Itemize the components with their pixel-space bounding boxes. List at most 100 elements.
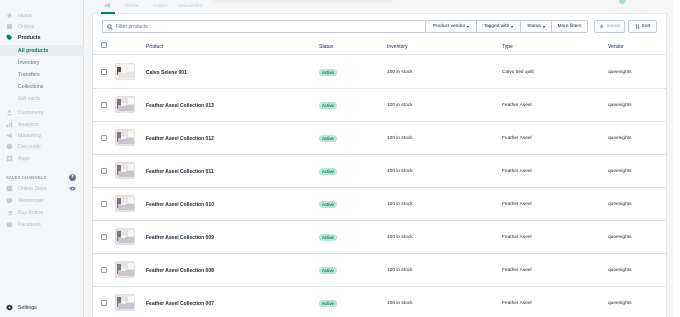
- tagged-with-button[interactable]: Tagged with: [476, 20, 521, 33]
- sidebar-item-label: Online Store: [18, 185, 47, 192]
- sidebar-item-buy-button[interactable]: Buy Button: [0, 207, 84, 218]
- sidebar-item-products[interactable]: Products: [0, 32, 84, 43]
- product-vendor-button[interactable]: Product vendor: [425, 20, 477, 33]
- sidebar-item-inventory[interactable]: Inventory: [0, 57, 84, 68]
- star-icon: [599, 24, 604, 29]
- table-row[interactable]: Calvo Selene 001 Active 100 in stock Cal…: [93, 56, 666, 89]
- column-header-status[interactable]: Status: [319, 44, 333, 50]
- type-value: Feather Aseel: [502, 169, 532, 174]
- type-value: Calvo bed quilt: [502, 70, 534, 75]
- sidebar-item-discounts[interactable]: Discounts: [0, 141, 84, 152]
- row-checkbox[interactable]: [101, 102, 107, 108]
- product-name[interactable]: Feather Aseel Collection 012: [146, 136, 214, 142]
- row-checkbox[interactable]: [101, 168, 107, 174]
- sidebar-item-gift-cards[interactable]: Gift cards: [0, 93, 84, 104]
- table-row[interactable]: Feather Aseel Collection 013 Active 100 …: [93, 89, 666, 122]
- product-name[interactable]: Feather Aseel Collection 013: [146, 103, 214, 109]
- product-thumbnail[interactable]: [115, 228, 135, 245]
- type-value: Feather Aseel: [502, 301, 532, 306]
- chevron-down-icon: [467, 25, 470, 28]
- product-name[interactable]: Feather Aseel Collection 010: [146, 202, 214, 208]
- analytics-icon: [6, 121, 13, 128]
- column-header-vendor[interactable]: Vendor: [608, 44, 624, 50]
- sidebar-item-label: Collections: [18, 83, 44, 90]
- product-name[interactable]: Calvo Selene 001: [146, 70, 187, 76]
- inventory-value: 100 in stock: [387, 70, 413, 75]
- sidebar-item-customers[interactable]: Customers: [0, 107, 84, 118]
- status-badge: Active: [319, 168, 337, 175]
- product-thumbnail[interactable]: [115, 294, 135, 311]
- sidebar-item-settings[interactable]: Settings: [0, 302, 84, 313]
- sidebar-item-marketing[interactable]: Marketing: [0, 130, 84, 141]
- row-checkbox[interactable]: [101, 267, 107, 273]
- more-filters-button[interactable]: More filters: [551, 20, 588, 33]
- select-all-checkbox[interactable]: [101, 42, 107, 48]
- sidebar-item-apps[interactable]: Apps: [0, 153, 84, 164]
- column-header-product[interactable]: Product: [146, 44, 163, 50]
- search-input[interactable]: [116, 23, 416, 30]
- tab-all[interactable]: All: [105, 3, 110, 8]
- inventory-value: 100 in stock: [387, 136, 413, 141]
- view-store-icon[interactable]: [69, 186, 76, 191]
- main-content: All Visible Hidden Unavailable Product v…: [93, 0, 666, 317]
- inventory-value: 100 in stock: [387, 103, 413, 108]
- product-name[interactable]: Feather Aseel Collection 011: [146, 169, 214, 175]
- status-badge: Active: [319, 267, 337, 274]
- sidebar-item-transfers[interactable]: Transfers: [0, 69, 84, 80]
- sidebar-item-orders[interactable]: Orders: [0, 21, 84, 32]
- sidebar-item-messenger[interactable]: Messenger: [0, 195, 84, 206]
- column-header-inventory[interactable]: Inventory: [387, 44, 408, 50]
- table-row[interactable]: Feather Aseel Collection 010 Active 100 …: [93, 188, 666, 221]
- row-checkbox[interactable]: [101, 69, 107, 75]
- tab-unavailable[interactable]: Unavailable: [178, 3, 202, 8]
- sidebar-item-label: All products: [18, 47, 49, 54]
- sidebar-item-analytics[interactable]: Analytics: [0, 119, 84, 130]
- status-filter-button[interactable]: Status: [520, 20, 552, 33]
- row-checkbox[interactable]: [101, 234, 107, 240]
- sort-button[interactable]: Sort: [628, 20, 657, 33]
- product-name[interactable]: Feather Aseel Collection 007: [146, 301, 214, 307]
- sidebar-item-collections[interactable]: Collections: [0, 81, 84, 92]
- sidebar-item-home[interactable]: Home: [0, 10, 84, 21]
- product-name[interactable]: Feather Aseel Collection 009: [146, 235, 214, 241]
- sidebar-item-label: Buy Button: [18, 209, 44, 216]
- table-row[interactable]: Feather Aseel Collection 008 Active 100 …: [93, 254, 666, 287]
- right-gutter: [673, 0, 680, 317]
- product-thumbnail[interactable]: [115, 129, 135, 146]
- status-badge: Active: [319, 69, 337, 76]
- status-badge: Active: [319, 201, 337, 208]
- table-row[interactable]: Feather Aseel Collection 012 Active 100 …: [93, 122, 666, 155]
- search-box[interactable]: [102, 20, 426, 33]
- vendor-value: queenights: [608, 103, 632, 108]
- tab-hidden[interactable]: Hidden: [153, 3, 168, 8]
- buy-button-icon: [6, 209, 13, 216]
- product-name[interactable]: Feather Aseel Collection 008: [146, 268, 214, 274]
- status-badge: Active: [319, 135, 337, 142]
- sidebar-item-facebook[interactable]: Facebook: [0, 219, 84, 230]
- table-row[interactable]: Feather Aseel Collection 007 Active 100 …: [93, 287, 666, 317]
- type-value: Feather Aseel: [502, 136, 532, 141]
- product-thumbnail[interactable]: [115, 162, 135, 179]
- avatar[interactable]: [619, 0, 626, 4]
- saved-label: Saved: [606, 24, 620, 29]
- sidebar-item-label: Gift cards: [18, 95, 41, 102]
- product-thumbnail[interactable]: [115, 261, 135, 278]
- row-checkbox[interactable]: [101, 135, 107, 141]
- row-checkbox[interactable]: [101, 201, 107, 207]
- customers-icon: [6, 109, 13, 116]
- column-header-type[interactable]: Type: [502, 44, 513, 50]
- table-row[interactable]: Feather Aseel Collection 009 Active 100 …: [93, 221, 666, 254]
- product-thumbnail[interactable]: [115, 195, 135, 212]
- marketing-icon: [6, 132, 13, 139]
- add-sales-channel-icon[interactable]: +: [69, 174, 76, 181]
- inventory-value: 100 in stock: [387, 169, 413, 174]
- sidebar-item-label: Marketing: [18, 132, 41, 139]
- product-thumbnail[interactable]: [115, 63, 135, 80]
- saved-button[interactable]: Saved: [594, 20, 625, 33]
- table-row[interactable]: Feather Aseel Collection 011 Active 100 …: [93, 155, 666, 188]
- sidebar-item-all-products[interactable]: All products: [0, 45, 84, 56]
- row-checkbox[interactable]: [101, 300, 107, 306]
- tab-visible[interactable]: Visible: [125, 3, 138, 8]
- inventory-value: 100 in stock: [387, 235, 413, 240]
- product-thumbnail[interactable]: [115, 96, 135, 113]
